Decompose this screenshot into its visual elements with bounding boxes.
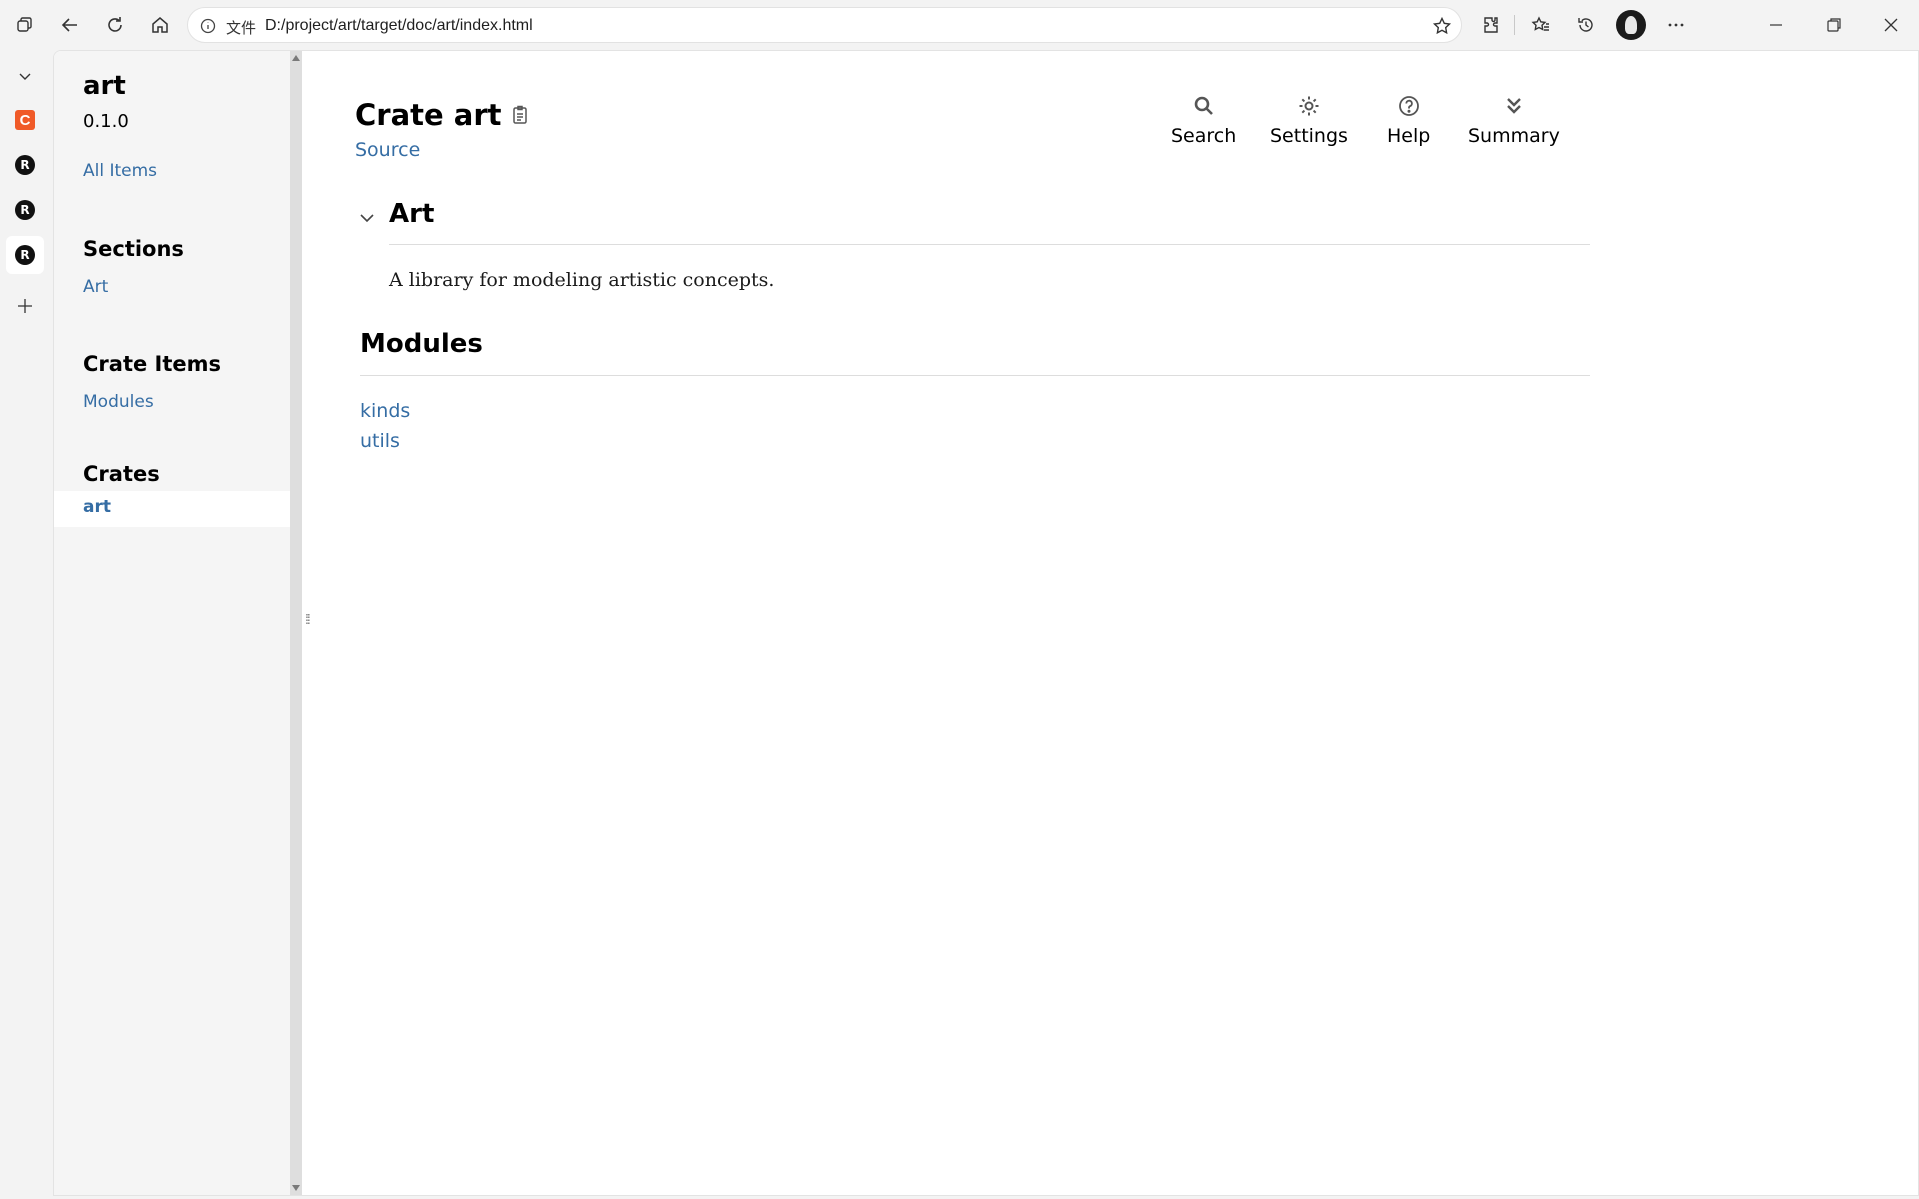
sidebar-all-items-link[interactable]: All Items (83, 161, 157, 181)
modules-divider (360, 375, 1590, 376)
sidebar-crate-name[interactable]: art (83, 71, 126, 101)
toolbar-divider (1514, 15, 1515, 35)
search-button[interactable]: Search (1171, 93, 1236, 147)
vertical-tab-strip: C R R R (0, 50, 52, 1199)
address-file-label: 文件 (226, 20, 257, 37)
refresh-icon[interactable] (102, 12, 128, 38)
sidebar-section-art-link[interactable]: Art (83, 277, 108, 297)
scroll-up-icon[interactable] (292, 55, 300, 61)
profile-avatar[interactable] (1616, 10, 1646, 40)
module-link-kinds[interactable]: kinds (360, 400, 410, 422)
scroll-down-icon[interactable] (292, 1185, 300, 1191)
close-icon[interactable] (1878, 12, 1904, 38)
address-url[interactable]: D:/project/art/target/doc/art/index.html (265, 17, 533, 35)
sidebar-crate-items-heading: Crate Items (83, 352, 222, 376)
sidebar-scrollbar[interactable] (290, 51, 302, 1195)
minimize-icon[interactable] (1763, 12, 1789, 38)
sidebar-crate-art-link[interactable]: art (83, 497, 111, 517)
back-icon[interactable] (57, 12, 83, 38)
restore-icon[interactable] (1821, 12, 1847, 38)
browser-toolbar: 文件 D:/project/art/target/doc/art/index.h… (0, 0, 1919, 50)
rustdoc-sidebar: art 0.1.0 All Items Sections Art Crate I… (54, 51, 290, 1195)
address-bar[interactable]: 文件 D:/project/art/target/doc/art/index.h… (187, 7, 1462, 43)
summary-label: Summary (1468, 125, 1560, 147)
chevron-double-down-icon (1501, 93, 1527, 119)
module-link-utils[interactable]: utils (360, 430, 400, 452)
page-viewport: art 0.1.0 All Items Sections Art Crate I… (53, 50, 1919, 1196)
sidebar-crates-heading: Crates (83, 462, 160, 486)
modules-heading: Modules (360, 329, 483, 359)
help-button[interactable]: Help (1387, 93, 1430, 147)
tab-c-site[interactable]: C (6, 101, 44, 139)
search-icon (1191, 93, 1217, 119)
source-link[interactable]: Source (355, 139, 420, 161)
c-site-icon: C (15, 110, 35, 130)
more-options-icon[interactable] (1663, 12, 1689, 38)
tab-rustdoc-1[interactable]: R (6, 146, 44, 184)
collapse-tabs-chevron-icon[interactable] (6, 57, 44, 95)
crate-description: A library for modeling artistic concepts… (389, 269, 775, 291)
settings-button[interactable]: Settings (1270, 93, 1348, 147)
history-icon[interactable] (1573, 12, 1599, 38)
rust-icon: R (15, 200, 35, 220)
chevron-down-icon[interactable] (358, 209, 376, 227)
rust-icon: R (15, 155, 35, 175)
workspaces-icon[interactable] (12, 12, 38, 38)
tab-rustdoc-active[interactable]: R (6, 236, 44, 274)
summary-button[interactable]: Summary (1468, 93, 1560, 147)
info-icon[interactable] (198, 16, 218, 36)
settings-label: Settings (1270, 125, 1348, 147)
search-label: Search (1171, 125, 1237, 147)
sidebar-version: 0.1.0 (83, 111, 129, 132)
favorites-icon[interactable] (1528, 12, 1554, 38)
sidebar-sections-heading: Sections (83, 237, 184, 261)
sidebar-modules-link[interactable]: Modules (83, 392, 154, 412)
extensions-icon[interactable] (1478, 12, 1504, 38)
sidebar-current-crate[interactable]: art (54, 491, 290, 527)
help-label: Help (1387, 125, 1431, 147)
new-tab-plus-icon[interactable] (6, 287, 44, 325)
section-heading-art: Art (389, 199, 435, 229)
rust-icon: R (15, 245, 35, 265)
sidebar-resize-handle[interactable]: ⁞⁞ (305, 611, 311, 627)
home-icon[interactable] (147, 12, 173, 38)
favorite-star-icon[interactable] (1431, 15, 1453, 37)
page-title: Crate art (355, 98, 502, 132)
copy-path-icon[interactable] (510, 104, 532, 126)
tab-rustdoc-2[interactable]: R (6, 191, 44, 229)
gear-icon (1296, 93, 1322, 119)
section-divider (389, 244, 1590, 245)
help-icon (1396, 93, 1422, 119)
